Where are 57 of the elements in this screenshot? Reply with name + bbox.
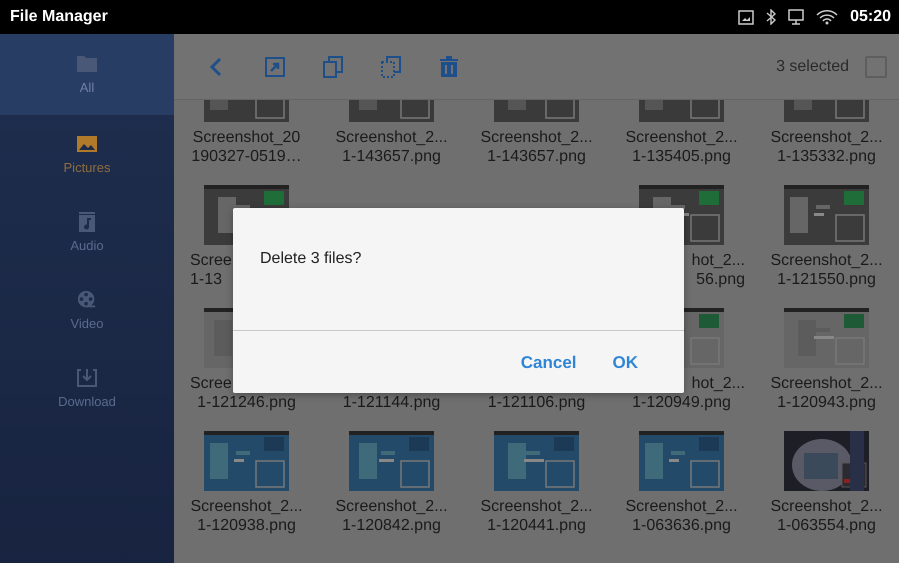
screenshot-icon <box>738 10 754 24</box>
sidebar-item[interactable]: Audio <box>0 193 174 271</box>
wifi-icon <box>816 9 838 25</box>
file-name: 1-121246.png <box>197 393 296 412</box>
sidebar-item[interactable]: All <box>0 34 174 115</box>
file-name: Screenshot_2... <box>625 128 738 147</box>
copy-icon <box>322 56 344 78</box>
dialog-button[interactable]: Cancel <box>514 351 582 375</box>
file-name: 1-121550.png <box>777 270 876 289</box>
monitor-icon <box>788 9 804 25</box>
file-name: 1-121144.png <box>342 393 440 412</box>
file-name: 1-120842.png <box>342 516 441 535</box>
file-name: Screenshot_2... <box>480 497 593 516</box>
image-icon <box>76 134 98 154</box>
file-name: Screenshot_2... <box>770 128 883 147</box>
file-name: Screenshot_2... <box>770 497 883 516</box>
file-name: 1-121106.png <box>488 393 586 412</box>
sidebar-item[interactable]: Pictures <box>0 115 174 193</box>
file-name: Scree <box>190 251 232 270</box>
bluetooth-icon <box>766 9 776 25</box>
file-name: Screenshot_2... <box>335 497 448 516</box>
file-name: 1-135405.png <box>632 147 731 166</box>
file-name: hot_2... <box>692 251 745 270</box>
sidebar-item[interactable]: Video <box>0 271 174 349</box>
clock-time: 05:20 <box>850 8 891 26</box>
file-name: Screenshot_2... <box>190 497 303 516</box>
file-name: 1-063554.png <box>777 516 876 535</box>
folder-icon <box>76 54 98 74</box>
file-name: 1-135332.png <box>777 147 876 166</box>
file-name: 190327-0519… <box>191 147 302 166</box>
app-title: File Manager <box>10 8 109 26</box>
sidebar-item[interactable]: Download <box>0 349 174 427</box>
file-name: 1-120938.png <box>197 516 296 535</box>
file-name: 1-143657.png <box>487 147 586 166</box>
file-name: 1-120949.png <box>632 393 731 412</box>
file-name: 56.png <box>696 270 745 289</box>
file-name: Screenshot_2... <box>770 374 883 393</box>
file-name: 1-063636.png <box>632 516 731 535</box>
dashed-copy-icon <box>380 56 402 78</box>
dialog-message: Delete 3 files? <box>260 250 362 267</box>
download-icon <box>76 368 98 388</box>
file-name: 1-120441.png <box>487 516 586 535</box>
file-name: Screenshot_2... <box>770 251 883 270</box>
dialog-button[interactable]: OK <box>606 351 644 375</box>
file-name: Scree <box>190 374 232 393</box>
film-reel-icon <box>76 290 98 310</box>
file-name: Screenshot_2... <box>335 128 448 147</box>
file-name: Screenshot_2... <box>480 128 593 147</box>
file-name: hot_2... <box>692 374 745 393</box>
file-name: Screenshot_2... <box>625 497 738 516</box>
file-name: 1-13 <box>190 270 222 289</box>
trash-icon <box>438 56 460 78</box>
music-note-icon <box>76 212 98 232</box>
file-name: Screenshot_20 <box>192 128 300 147</box>
file-name: 1-143657.png <box>342 147 441 166</box>
file-name: 1-120943.png <box>777 393 876 412</box>
selection-count: 3 selected <box>776 58 849 76</box>
